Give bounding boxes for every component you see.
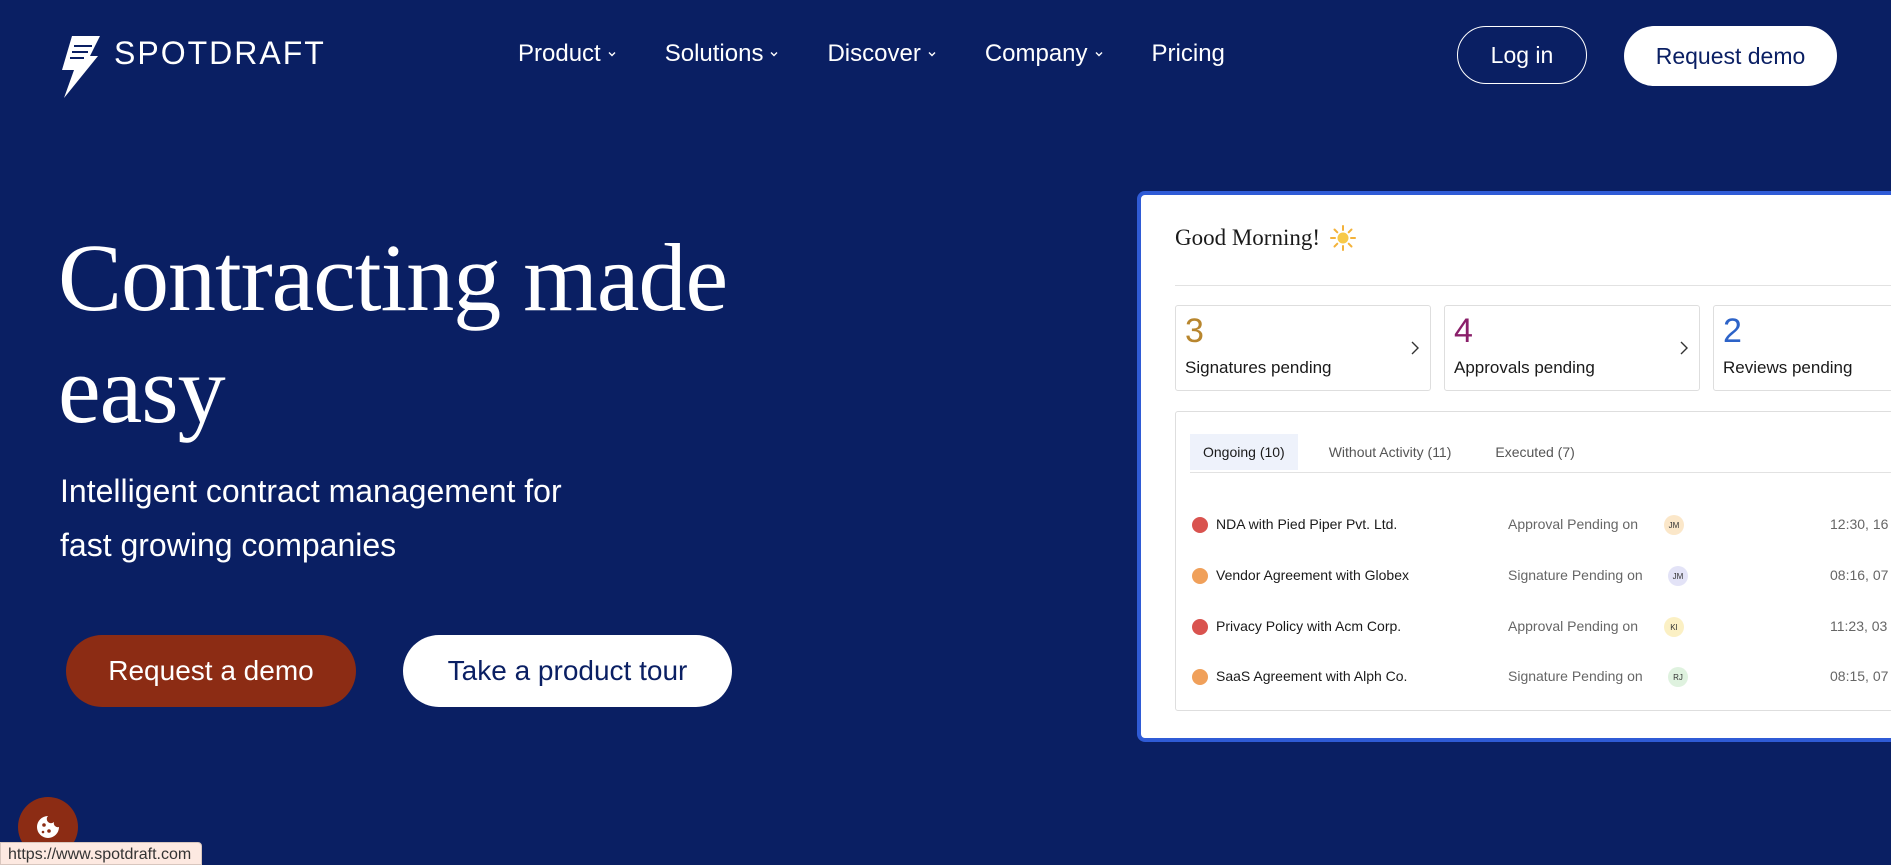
contract-row[interactable]: Privacy Policy with Acm Corp. Approval P… [1190,614,1891,640]
hero-subtitle-line1: Intelligent contract management for [60,473,562,509]
tab-without-activity[interactable]: Without Activity (11) [1316,434,1465,470]
logo-text-part1: SPOT [114,35,210,71]
contract-status-dot-icon [1192,517,1208,533]
chevron-down-icon [928,52,936,57]
chevron-right-icon [1411,341,1419,355]
lightning-logo-icon [62,36,100,98]
nav-item-pricing[interactable]: Pricing [1152,40,1225,68]
contract-status: Signature Pending on [1508,668,1643,684]
main-nav: Product Solutions Discover Company Prici… [518,40,1225,68]
hero-title: Contracting made easy [58,224,728,443]
contract-status-dot-icon [1192,619,1208,635]
contract-time: 11:23, 03 Ja [1830,618,1891,634]
contract-time: 12:30, 16 Fe [1830,516,1891,532]
stat-label: Signatures pending [1185,358,1332,377]
contract-status: Signature Pending on [1508,567,1643,583]
contract-name: SaaS Agreement with Alph Co. [1216,668,1408,684]
contract-status: Approval Pending on [1508,618,1638,634]
contract-name: Privacy Policy with Acm Corp. [1216,618,1402,634]
request-a-demo-button[interactable]: Request a demo [66,635,356,707]
request-demo-button[interactable]: Request demo [1624,26,1837,86]
contract-status-dot-icon [1192,669,1208,685]
nav-item-company[interactable]: Company [985,40,1104,68]
contract-time: 08:16, 07 D [1830,567,1891,583]
stat-reviews-pending[interactable]: 2 Reviews pending [1713,305,1891,391]
chevron-down-icon [1095,52,1103,57]
cookie-icon [37,816,59,838]
greeting-text: Good Morning! [1175,225,1321,250]
stat-label: Reviews pending [1723,358,1853,377]
login-button[interactable]: Log in [1457,26,1587,84]
sun-icon [1330,225,1357,251]
dashboard-preview-card: Good Morning! 3 Signatures pending 4 App… [1137,191,1891,742]
stat-count: 3 [1185,312,1204,350]
stat-count: 2 [1723,312,1742,350]
stat-count: 4 [1454,312,1473,350]
nav-item-label: Discover [827,40,921,67]
contracts-panel: Ongoing (10) Without Activity (11) Execu… [1175,411,1891,711]
page: SPOTDRAFT Product Solutions Discover Com… [0,0,1891,865]
stat-label: Approvals pending [1454,358,1595,377]
nav-item-label: Solutions [664,40,764,67]
assignee-avatar: KI [1664,617,1684,637]
tab-ongoing[interactable]: Ongoing (10) [1190,434,1298,470]
logo-text-part2: DRAFT [209,35,326,71]
divider [1175,285,1891,286]
assignee-avatar: JM [1668,566,1688,586]
tab-executed[interactable]: Executed (7) [1482,434,1587,470]
stat-approvals-pending[interactable]: 4 Approvals pending [1444,305,1700,391]
nav-item-solutions[interactable]: Solutions [665,40,780,68]
nav-item-label: Company [984,40,1088,67]
hero-subtitle: Intelligent contract management for fast… [60,464,620,572]
contract-row[interactable]: NDA with Pied Piper Pvt. Ltd. Approval P… [1190,512,1891,538]
contract-name: NDA with Pied Piper Pvt. Ltd. [1216,516,1398,532]
product-tour-button[interactable]: Take a product tour [403,635,732,707]
chevron-right-icon [1680,341,1688,355]
nav-item-discover[interactable]: Discover [827,40,936,68]
browser-status-url: https://www.spotdraft.com [0,842,203,865]
contract-row[interactable]: Vendor Agreement with Globex Signature P… [1190,563,1891,589]
contract-status: Approval Pending on [1508,516,1638,532]
nav-item-label: Pricing [1151,40,1225,67]
contract-status-dot-icon [1192,568,1208,584]
logo[interactable]: SPOTDRAFT [58,36,326,98]
assignee-avatar: JM [1664,515,1684,535]
chevron-down-icon [608,52,616,57]
dashboard-greeting: Good Morning! [1175,225,1357,251]
contract-row[interactable]: SaaS Agreement with Alph Co. Signature P… [1190,664,1891,690]
stat-signatures-pending[interactable]: 3 Signatures pending [1175,305,1431,391]
contracts-tabs: Ongoing (10) Without Activity (11) Execu… [1190,434,1606,470]
contract-time: 08:15, 07 F [1830,668,1891,684]
tabs-divider [1190,472,1891,473]
nav-item-label: Product [518,40,601,67]
contract-name: Vendor Agreement with Globex [1216,567,1410,583]
assignee-avatar: RJ [1668,667,1688,687]
chevron-down-icon [770,52,778,57]
nav-item-product[interactable]: Product [518,40,617,68]
hero-subtitle-line2: fast growing companies [60,527,397,563]
logo-text: SPOTDRAFT [114,36,326,70]
